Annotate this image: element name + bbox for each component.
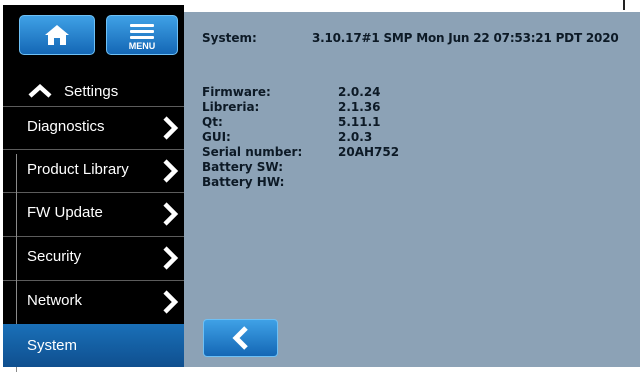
- info-key: Battery SW:: [202, 160, 284, 174]
- info-value: 2.1.36: [338, 100, 381, 114]
- settings-header[interactable]: Settings: [3, 72, 184, 110]
- chevron-right-icon: [163, 159, 179, 183]
- chevron-right-icon: [163, 116, 179, 140]
- sidebar-item-label: FW Update: [27, 204, 103, 221]
- system-label: System:: [202, 31, 257, 45]
- sidebar-item-diagnostics[interactable]: Diagnostics: [3, 106, 184, 146]
- info-value: 2.0.3: [338, 130, 373, 144]
- info-row: Firmware: 2.0.24: [202, 85, 399, 100]
- sidebar-item-system[interactable]: System: [3, 324, 184, 367]
- sidebar-item-label: Network: [27, 292, 83, 309]
- info-key: Battery HW:: [202, 175, 285, 189]
- home-button[interactable]: [19, 15, 95, 55]
- sidebar-item-network[interactable]: Network: [3, 280, 184, 320]
- system-info-panel: System: 3.10.17#1 SMP Mon Jun 22 07:53:2…: [184, 12, 640, 367]
- hamburger-icon: [130, 24, 154, 42]
- info-key: Qt:: [202, 115, 223, 129]
- chevron-right-icon: [163, 246, 179, 270]
- info-key: Firmware:: [202, 85, 271, 99]
- chevron-right-icon: [163, 290, 179, 314]
- info-key: GUI:: [202, 130, 231, 144]
- settings-label: Settings: [64, 82, 119, 100]
- info-row: GUI: 2.0.3: [202, 130, 399, 145]
- back-button[interactable]: [203, 319, 278, 357]
- info-key: Libreria:: [202, 100, 260, 114]
- chevron-up-icon: [28, 84, 52, 98]
- sidebar-item-label: Security: [27, 248, 82, 265]
- sidebar-item-label: Diagnostics: [27, 118, 105, 135]
- sidebar: MENU Settings Diagnostics Product Librar…: [3, 5, 184, 372]
- info-value: 5.11.1: [338, 115, 381, 129]
- system-value: 3.10.17#1 SMP Mon Jun 22 07:53:21 PDT 20…: [312, 31, 619, 45]
- sidebar-item-label: System: [27, 337, 78, 354]
- info-row: Battery SW:: [202, 160, 399, 175]
- home-icon: [45, 25, 69, 45]
- info-value: 2.0.24: [338, 85, 381, 99]
- info-row: Battery HW:: [202, 175, 399, 190]
- menu-button-label: MENU: [128, 41, 156, 51]
- chevron-right-icon: [163, 202, 179, 226]
- sidebar-item-label: Product Library: [27, 161, 129, 178]
- chevron-left-icon: [231, 326, 248, 350]
- menu-button[interactable]: MENU: [106, 15, 178, 55]
- sidebar-item-security[interactable]: Security: [3, 236, 184, 276]
- info-key: Serial number:: [202, 145, 303, 159]
- info-row: Libreria: 2.1.36: [202, 100, 399, 115]
- top-tick-mark: [623, 0, 625, 10]
- info-row: Qt: 5.11.1: [202, 115, 399, 130]
- info-row: Serial number: 20AH752: [202, 145, 399, 160]
- info-list: Firmware: 2.0.24 Libreria: 2.1.36 Qt: 5.…: [202, 85, 399, 190]
- sidebar-item-fw-update[interactable]: FW Update: [3, 192, 184, 232]
- info-value: 20AH752: [338, 145, 400, 159]
- sidebar-item-product-library[interactable]: Product Library: [3, 149, 184, 189]
